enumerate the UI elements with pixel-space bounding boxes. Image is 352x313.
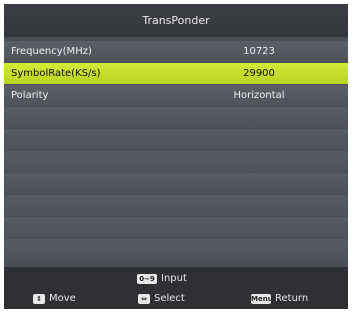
empty-row [4, 173, 348, 194]
polarity-label: Polarity [11, 90, 49, 101]
move-hint-label: Move [49, 293, 76, 304]
footer-hints: 0~9 Input ⇕ Move ⇔ Select Menu Return [4, 267, 348, 309]
empty-row [4, 151, 348, 172]
frequency-label: Frequency(MHz) [11, 46, 92, 57]
empty-row [4, 217, 348, 238]
select-hint: ⇔ Select [138, 293, 185, 304]
settings-list: Frequency(MHz) 10723 SymbolRate(KS/s) 29… [4, 41, 348, 261]
symbol-rate-label: SymbolRate(KS/s) [11, 68, 101, 79]
input-hint: 0~9 Input [137, 273, 187, 284]
polarity-value[interactable]: Horizontal [204, 85, 314, 106]
page-title: TransPonder [4, 4, 348, 37]
symbol-rate-row[interactable]: SymbolRate(KS/s) 29900 [4, 63, 348, 84]
return-hint-label: Return [275, 293, 309, 304]
up-down-arrows-icon: ⇕ [33, 293, 45, 304]
polarity-row[interactable]: Polarity Horizontal [4, 85, 348, 106]
return-hint: Menu Return [251, 293, 308, 304]
empty-row [4, 129, 348, 150]
select-hint-label: Select [154, 293, 185, 304]
left-right-arrows-icon: ⇔ [138, 293, 150, 304]
empty-row [4, 107, 348, 128]
number-keys-icon: 0~9 [137, 273, 157, 284]
empty-row [4, 239, 348, 260]
menu-key-icon: Menu [251, 293, 273, 304]
symbol-rate-value[interactable]: 29900 [204, 63, 314, 84]
move-hint: ⇕ Move [33, 293, 76, 304]
empty-row [4, 195, 348, 216]
input-hint-label: Input [161, 273, 187, 284]
frequency-value[interactable]: 10723 [204, 41, 314, 62]
transponder-screen: TransPonder Frequency(MHz) 10723 SymbolR… [4, 4, 348, 309]
frequency-row[interactable]: Frequency(MHz) 10723 [4, 41, 348, 62]
